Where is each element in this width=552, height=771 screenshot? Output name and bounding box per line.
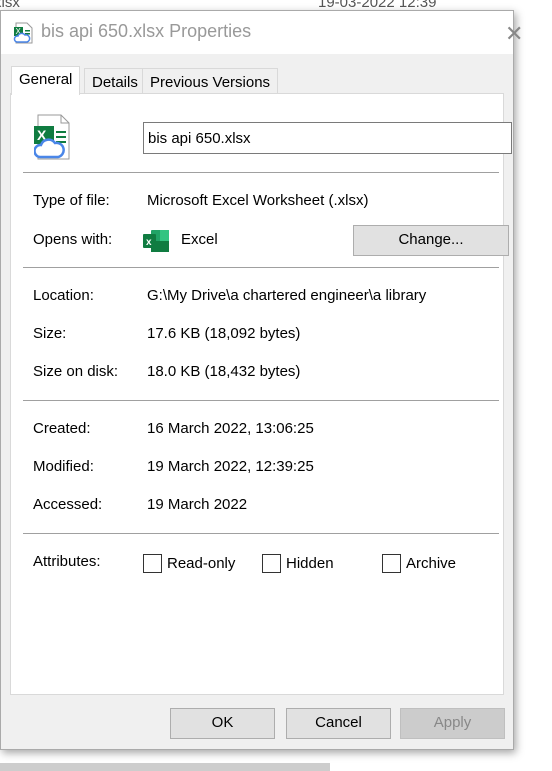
- divider: [23, 400, 499, 401]
- divider: [23, 533, 499, 534]
- created-value: 16 March 2022, 13:06:25: [147, 420, 314, 437]
- change-button[interactable]: Change...: [353, 225, 509, 256]
- modified-value: 19 March 2022, 12:39:25: [147, 458, 314, 475]
- type-label: Type of file:: [33, 192, 110, 209]
- hidden-label[interactable]: Hidden: [286, 555, 334, 572]
- size-value: 17.6 KB (18,092 bytes): [147, 325, 301, 342]
- divider: [23, 267, 499, 268]
- window-title: bis api 650.xlsx Properties: [41, 21, 252, 41]
- ok-button[interactable]: OK: [170, 708, 275, 739]
- location-value: G:\My Drive\a chartered engineer\a libra…: [147, 287, 427, 304]
- svg-text:x: x: [146, 237, 152, 248]
- cancel-button[interactable]: Cancel: [286, 708, 391, 739]
- file-name-input[interactable]: [143, 122, 512, 154]
- opens-with-app: Excel: [181, 231, 218, 248]
- opens-with-label: Opens with:: [33, 231, 113, 248]
- divider: [23, 172, 499, 173]
- excel-icon: x: [143, 230, 169, 252]
- apply-button[interactable]: Apply: [400, 708, 505, 739]
- tab-previous-versions[interactable]: Previous Versions: [142, 68, 279, 94]
- archive-checkbox[interactable]: [382, 554, 401, 573]
- tab-general[interactable]: General: [11, 66, 81, 95]
- attributes-label: Attributes:: [33, 553, 101, 570]
- created-label: Created:: [33, 420, 91, 437]
- location-label: Location:: [33, 287, 94, 304]
- hidden-checkbox[interactable]: [262, 554, 281, 573]
- read-only-label[interactable]: Read-only: [167, 555, 235, 572]
- general-panel: [10, 93, 504, 695]
- excel-cloud-file-icon: X: [13, 22, 33, 44]
- excel-cloud-file-icon: X: [34, 114, 70, 160]
- background-scrollbar[interactable]: [0, 763, 330, 771]
- accessed-label: Accessed:: [33, 496, 103, 513]
- tab-details[interactable]: Details: [84, 68, 146, 94]
- archive-label[interactable]: Archive: [406, 555, 456, 572]
- size-label: Size:: [33, 325, 67, 342]
- size-on-disk-value: 18.0 KB (18,432 bytes): [147, 363, 301, 380]
- close-icon[interactable]: ✕: [505, 21, 523, 47]
- properties-dialog: X bis api 650.xlsx Properties ✕ General …: [0, 10, 523, 750]
- size-on-disk-label: Size on disk:: [33, 363, 119, 380]
- title-bar: X bis api 650.xlsx Properties ✕: [1, 11, 523, 54]
- modified-label: Modified:: [33, 458, 94, 475]
- type-value: Microsoft Excel Worksheet (.xlsx): [147, 192, 369, 209]
- accessed-value: 19 March 2022: [147, 496, 248, 513]
- read-only-checkbox[interactable]: [143, 554, 162, 573]
